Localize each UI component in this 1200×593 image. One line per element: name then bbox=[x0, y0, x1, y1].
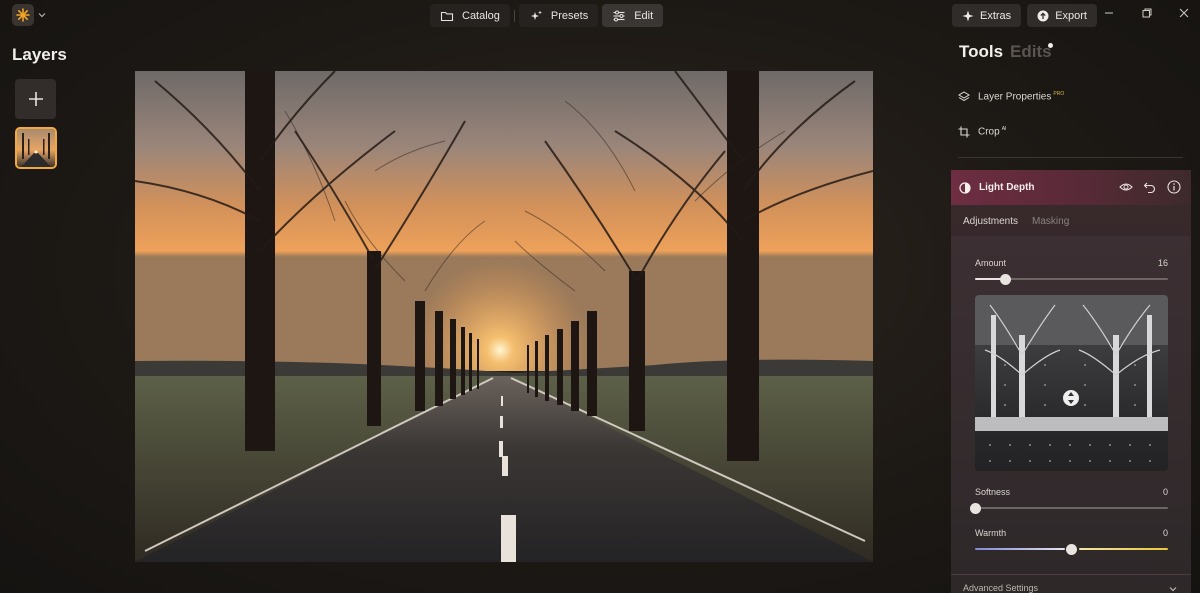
tab-tools[interactable]: Tools bbox=[959, 42, 1003, 62]
sliders-icon bbox=[613, 10, 625, 21]
light-depth-icon bbox=[959, 181, 971, 194]
tools-divider bbox=[958, 157, 1183, 158]
extras-label: Extras bbox=[980, 9, 1012, 22]
tab-edits[interactable]: Edits bbox=[1010, 42, 1052, 62]
advanced-settings-label: Advanced Settings bbox=[963, 583, 1039, 593]
tab-edit[interactable]: Edit bbox=[602, 4, 664, 27]
eye-icon[interactable] bbox=[1119, 180, 1133, 194]
app-logo-icon bbox=[12, 4, 34, 26]
layers-icon bbox=[958, 91, 970, 102]
minimize-icon[interactable] bbox=[1102, 6, 1116, 20]
main-photo[interactable] bbox=[135, 71, 873, 562]
softness-slider-track[interactable] bbox=[975, 507, 1168, 509]
chevron-down-icon bbox=[38, 13, 46, 18]
warmth-track-cool[interactable] bbox=[975, 548, 1065, 550]
layer-thumbnail[interactable] bbox=[15, 127, 57, 169]
tab-adjustments[interactable]: Adjustments bbox=[963, 216, 1018, 227]
nav-divider bbox=[513, 9, 515, 22]
tab-presets-label: Presets bbox=[550, 9, 589, 22]
undo-icon[interactable] bbox=[1143, 180, 1157, 194]
layers-title: Layers bbox=[12, 45, 67, 64]
extras-button[interactable]: Extras bbox=[952, 4, 1022, 27]
warmth-label: Warmth bbox=[975, 528, 1007, 538]
tab-edit-label: Edit bbox=[634, 9, 654, 22]
export-button[interactable]: Export bbox=[1027, 4, 1097, 27]
info-icon[interactable] bbox=[1167, 180, 1181, 194]
amount-label: Amount bbox=[975, 258, 1007, 268]
tab-masking[interactable]: Masking bbox=[1032, 216, 1069, 227]
app-menu-button[interactable] bbox=[12, 4, 48, 26]
light-depth-header[interactable]: Light Depth bbox=[951, 170, 1191, 205]
chevron-down-icon bbox=[1169, 587, 1177, 592]
edits-indicator-dot bbox=[1048, 43, 1053, 48]
crop-icon bbox=[958, 126, 970, 138]
sparkle-icon bbox=[962, 10, 974, 21]
tab-catalog[interactable]: Catalog bbox=[430, 4, 510, 27]
upload-icon bbox=[1037, 10, 1049, 21]
export-label: Export bbox=[1055, 9, 1087, 22]
amount-slider-knob[interactable] bbox=[1000, 274, 1012, 285]
warmth-slider-knob[interactable] bbox=[1066, 544, 1077, 555]
depth-map-preview[interactable] bbox=[975, 295, 1168, 471]
light-depth-subtabs: Adjustments Masking bbox=[963, 216, 1069, 227]
crop-label: Crop bbox=[978, 126, 1000, 138]
tab-catalog-label: Catalog bbox=[462, 9, 500, 22]
softness-slider-knob[interactable] bbox=[969, 503, 981, 514]
adjustments-panel: Amount 16 Softness 0 Warmth 0 bbox=[951, 236, 1191, 593]
add-layer-button[interactable] bbox=[15, 79, 56, 119]
light-depth-section: Light Depth Adjustments Masking Amount 1… bbox=[951, 170, 1191, 593]
light-depth-title: Light Depth bbox=[979, 182, 1035, 193]
tool-crop[interactable]: Crop AI bbox=[958, 126, 1006, 138]
main-nav: Catalog Presets Edit bbox=[430, 4, 664, 27]
warmth-track-warm[interactable] bbox=[1079, 548, 1168, 550]
plus-icon bbox=[28, 92, 43, 106]
top-bar: Catalog Presets Edit Extras Export bbox=[0, 0, 1200, 32]
depth-handle-icon[interactable] bbox=[1063, 390, 1079, 406]
tool-layer-properties[interactable]: Layer Properties PRO bbox=[958, 91, 1064, 103]
softness-value: 0 bbox=[1162, 487, 1168, 497]
folder-icon bbox=[440, 11, 454, 21]
sparkle-icon bbox=[530, 10, 542, 20]
ai-badge: AI bbox=[1001, 126, 1007, 133]
advanced-settings-toggle[interactable]: Advanced Settings bbox=[951, 574, 1191, 593]
warmth-value: 0 bbox=[1162, 528, 1168, 538]
tab-presets[interactable]: Presets bbox=[518, 4, 599, 27]
top-actions: Extras Export bbox=[952, 4, 1097, 27]
close-icon[interactable] bbox=[1177, 6, 1191, 20]
restore-icon[interactable] bbox=[1140, 6, 1154, 20]
amount-value: 16 bbox=[1157, 258, 1168, 268]
pro-badge: PRO bbox=[1053, 91, 1065, 98]
softness-label: Softness bbox=[975, 487, 1011, 497]
layer-properties-label: Layer Properties bbox=[978, 91, 1052, 103]
